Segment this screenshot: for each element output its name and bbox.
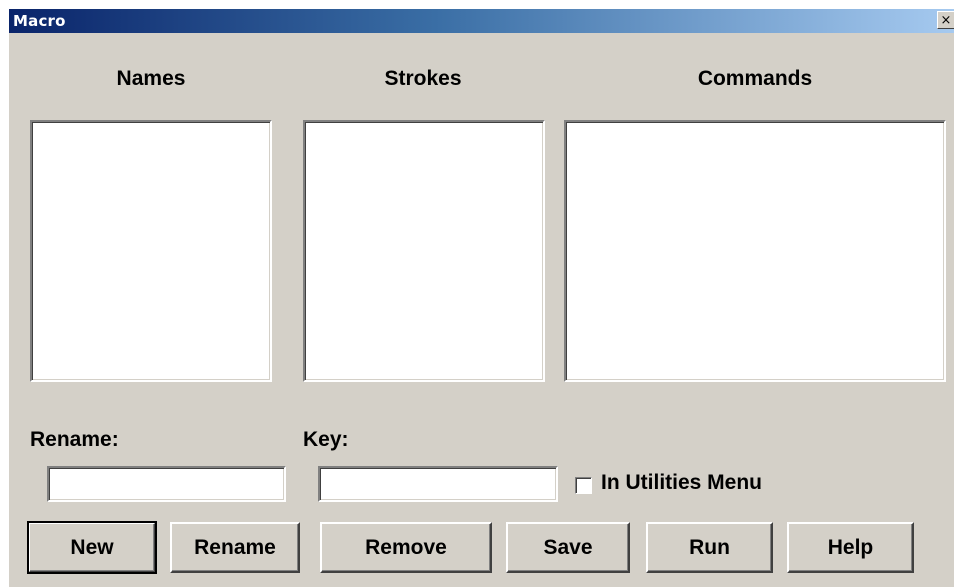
close-icon: × <box>940 12 952 28</box>
new-button[interactable]: New <box>27 521 157 574</box>
save-button[interactable]: Save <box>506 522 630 573</box>
key-label: Key: <box>303 428 349 451</box>
commands-label: Commands <box>697 67 813 90</box>
title-bar[interactable]: Macro × <box>9 9 954 33</box>
strokes-label: Strokes <box>384 67 462 90</box>
rename-button[interactable]: Rename <box>170 522 300 573</box>
rename-input[interactable] <box>47 466 286 502</box>
close-button[interactable]: × <box>937 11 954 29</box>
in-utilities-menu-checkbox[interactable] <box>575 477 592 494</box>
commands-listbox[interactable] <box>564 120 946 382</box>
help-button[interactable]: Help <box>787 522 914 573</box>
names-listbox[interactable] <box>30 120 272 382</box>
window-title: Macro <box>13 12 66 30</box>
in-utilities-menu-label[interactable]: In Utilities Menu <box>601 471 762 495</box>
key-input[interactable] <box>318 466 558 502</box>
strokes-listbox[interactable] <box>303 120 545 382</box>
rename-label: Rename: <box>30 428 119 451</box>
run-button[interactable]: Run <box>646 522 773 573</box>
macro-dialog: Macro × Names Strokes Commands Rename: K… <box>8 8 954 587</box>
names-label: Names <box>116 67 186 90</box>
remove-button[interactable]: Remove <box>320 522 492 573</box>
